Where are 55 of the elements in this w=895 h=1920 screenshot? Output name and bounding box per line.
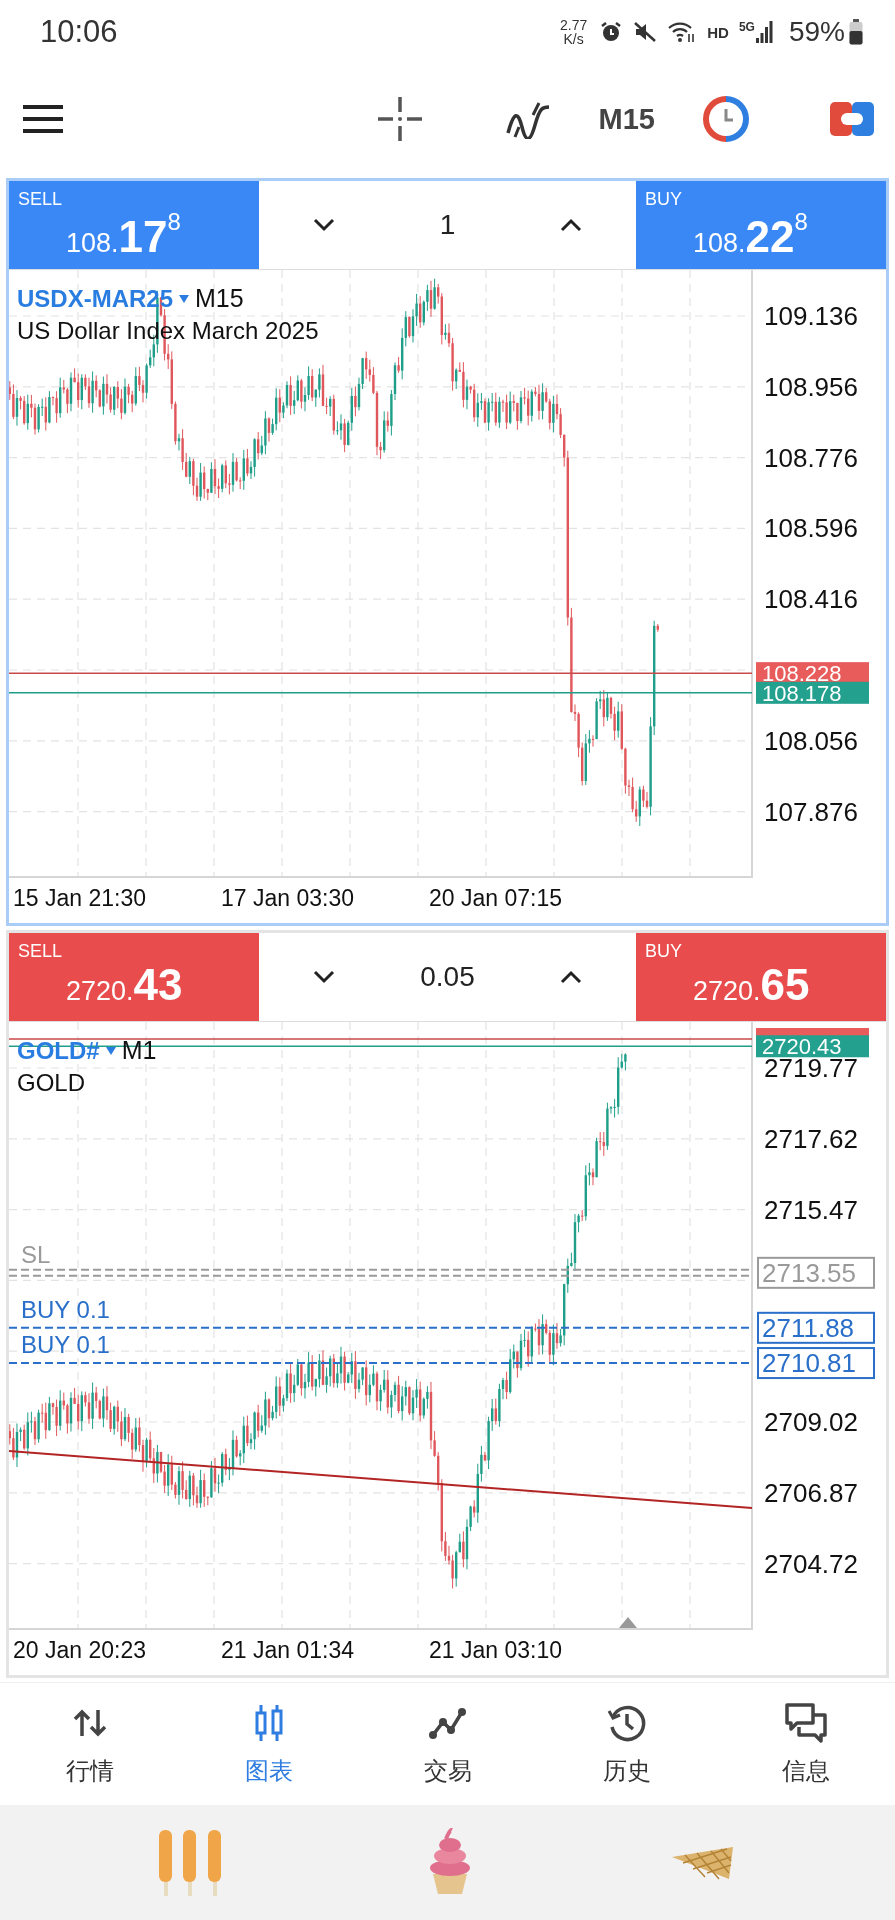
time-label: 15 Jan 21:30 (13, 884, 147, 912)
time-label: 21 Jan 03:10 (429, 1636, 563, 1664)
nav-tab[interactable]: 信息 (716, 1683, 895, 1805)
price-tag: 2720.43 (756, 1034, 869, 1060)
nav-tab[interactable]: 行情 (0, 1683, 179, 1805)
price-label: 109.136 (764, 301, 858, 331)
price-label: 108.956 (764, 371, 858, 402)
trend-line[interactable] (9, 1450, 753, 1509)
order-label: BUY 0.1 (21, 1295, 110, 1323)
price-label: 108.056 (764, 725, 858, 756)
order-label: BUY 0.1 (21, 1331, 110, 1359)
buy-button[interactable]: BUY 2720.65 (636, 933, 886, 1021)
price-label: 108.416 (764, 584, 858, 615)
price-tag: 108.178 (756, 680, 869, 706)
lot-size[interactable]: 1 (439, 209, 456, 241)
battery-icon (849, 19, 863, 45)
price-label: 2706.87 (764, 1477, 858, 1508)
price-label: 108.596 (764, 513, 858, 544)
triangle-icon[interactable] (619, 1617, 637, 1628)
mute-icon (633, 20, 658, 44)
hd-label: HD (707, 23, 729, 41)
nav-tab[interactable]: 交易 (358, 1683, 537, 1805)
price-tag: 2713.55 (757, 1256, 875, 1289)
chat-icon (783, 1701, 828, 1745)
menu-icon[interactable] (22, 104, 64, 134)
network-type: 5G (738, 20, 755, 34)
price-label: 2709.02 (764, 1407, 858, 1437)
pill-toggle-icon[interactable] (829, 101, 875, 137)
price-label: 2715.47 (764, 1194, 858, 1225)
crosshair-icon[interactable] (376, 96, 423, 142)
nav-tab[interactable]: 图表 (179, 1683, 358, 1805)
nav-tab[interactable]: 历史 (537, 1683, 716, 1805)
price-label: 108.776 (764, 442, 858, 473)
order-label: SL (21, 1240, 51, 1268)
clock-icon[interactable] (703, 96, 749, 142)
signal-icon (754, 20, 773, 44)
timeframe-label: M15 (195, 284, 244, 313)
time-label: 20 Jan 07:15 (429, 884, 563, 912)
time-label: 21 Jan 01:34 (221, 1636, 355, 1664)
time-label: 20 Jan 20:23 (13, 1636, 147, 1664)
time-label: 17 Jan 03:30 (221, 884, 355, 912)
price-tag: 2711.88 (757, 1311, 875, 1344)
symbol-description: GOLD (17, 1069, 86, 1097)
price-tag: 2710.81 (757, 1347, 875, 1380)
battery-level: 59% (788, 16, 845, 48)
network-speed: 2.77 K/s (560, 18, 588, 46)
lot-size[interactable]: 0.05 (420, 961, 475, 993)
price-label: 2704.72 (764, 1548, 858, 1579)
price-label: 107.876 (764, 796, 858, 827)
dropdown-icon[interactable] (179, 294, 190, 303)
price-label: 2717.62 (764, 1123, 858, 1154)
timeframe-button[interactable]: M15 (598, 98, 655, 140)
dropdown-icon[interactable] (105, 1046, 116, 1055)
clock-time: 10:06 (40, 14, 119, 50)
sell-button[interactable]: SELL 2720.43 (9, 933, 259, 1021)
